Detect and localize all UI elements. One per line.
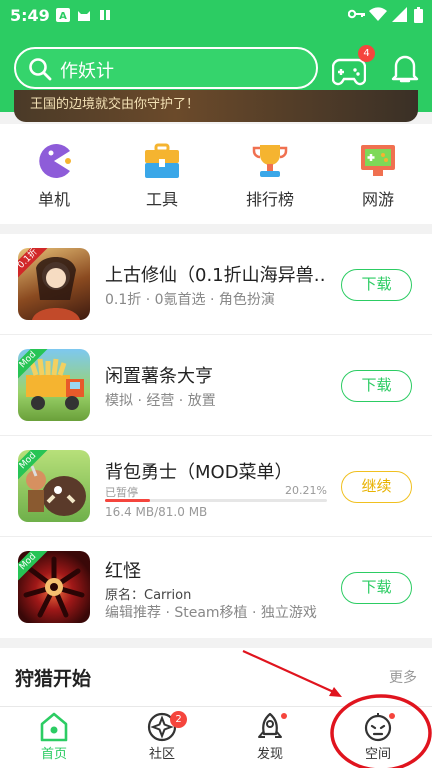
bell-icon <box>391 55 419 83</box>
game-icon-backpack: Mod <box>18 450 90 522</box>
wifi-icon <box>369 7 387 22</box>
tab-space[interactable]: 空间 <box>324 707 432 768</box>
banner-text: 王国的边境就交由你守护了！ <box>30 97 200 112</box>
list-item[interactable]: Mod 背包勇士（MOD菜单） 已暂停 20.21% 16.4 MB/81.0 … <box>0 436 432 537</box>
more-link[interactable]: 更多 <box>389 667 417 687</box>
download-progress-bar <box>105 499 327 502</box>
category-ranking[interactable]: 排行榜 <box>230 142 310 210</box>
category-label: 工具 <box>145 190 178 209</box>
category-row: 单机 工具 排行榜 网游 <box>0 124 432 224</box>
key-icon <box>348 9 365 19</box>
download-button[interactable]: 下载 <box>341 572 412 604</box>
list-item[interactable]: Mod 红怪 原名：Carrion 编辑推荐 · Steam移植 · 独立游戏 … <box>0 537 432 638</box>
category-label: 排行榜 <box>245 190 294 209</box>
category-tools[interactable]: 工具 <box>122 142 202 210</box>
gamepad-icon <box>361 145 395 176</box>
home-icon <box>40 712 68 742</box>
search-placeholder: 作妖计 <box>60 61 114 82</box>
game-icon-shanggu: 0.1折 <box>18 248 90 320</box>
signal-icon <box>392 7 407 22</box>
tab-home[interactable]: 首页 <box>0 707 108 768</box>
continue-button[interactable]: 继续 <box>341 471 412 503</box>
category-label: 网游 <box>361 190 394 209</box>
tab-label: 首页 <box>40 747 67 762</box>
cat-notification-icon <box>78 11 90 21</box>
game-count-badge: 4 <box>358 45 375 62</box>
original-name: 原名：Carrion <box>105 588 192 603</box>
game-tags: 模拟 · 经营 · 放置 <box>105 393 216 409</box>
download-button[interactable]: 下载 <box>341 269 412 301</box>
notification-button[interactable] <box>386 48 426 88</box>
section-title: 狩猎开始 <box>15 668 92 690</box>
download-status: 已暂停 <box>105 486 138 499</box>
font-a-icon: A <box>56 8 70 22</box>
game-title: 红怪 <box>105 561 141 582</box>
list-item[interactable]: 0.1折 上古修仙（0.1折山海异兽… 0.1折 · 0氪首选 · 角色扮演 下… <box>0 234 432 335</box>
status-time: 5:49 <box>10 6 50 25</box>
tab-label: 社区 <box>148 747 175 762</box>
discover-dot <box>281 713 287 719</box>
download-size: 16.4 MB/81.0 MB <box>105 505 208 519</box>
game-list: 0.1折 上古修仙（0.1折山海异兽… 0.1折 · 0氪首选 · 角色扮演 下… <box>0 234 432 638</box>
category-label: 单机 <box>37 190 70 209</box>
community-badge: 2 <box>170 711 187 728</box>
bottom-tab-bar: 首页 社区 2 发现 空间 <box>0 706 432 768</box>
toolbox-icon <box>145 143 179 178</box>
tab-label: 发现 <box>256 747 283 762</box>
book-notification-icon <box>100 10 110 20</box>
svg-text:A: A <box>59 11 67 22</box>
tab-label: 空间 <box>364 747 391 762</box>
download-button[interactable]: 下载 <box>341 370 412 402</box>
game-tags: 编辑推荐 · Steam移植 · 独立游戏 <box>105 605 317 621</box>
download-progress-fill <box>105 499 150 502</box>
pacman-icon <box>39 144 71 178</box>
hunting-section: 狩猎开始 更多 <box>0 648 432 706</box>
trophy-icon <box>252 145 288 177</box>
category-single-player[interactable]: 单机 <box>14 142 94 210</box>
download-percent: 20.21% <box>285 484 327 497</box>
game-icon-carrion: Mod <box>18 551 90 623</box>
list-item[interactable]: Mod 闲置薯条大亨 模拟 · 经营 · 放置 下载 <box>0 335 432 436</box>
promo-banner[interactable]: 王国的边境就交由你守护了！ <box>14 90 418 122</box>
tab-community[interactable]: 社区 2 <box>108 707 216 768</box>
status-bar: 5:49 A <box>0 0 432 32</box>
tab-discover[interactable]: 发现 <box>216 707 324 768</box>
space-dot <box>389 713 395 719</box>
game-manager-button[interactable]: 4 <box>332 45 375 88</box>
battery-icon <box>414 7 423 23</box>
game-icon-fries: Mod <box>18 349 90 421</box>
game-title: 上古修仙（0.1折山海异兽… <box>105 265 327 286</box>
category-online[interactable]: 网游 <box>338 142 418 210</box>
game-tags: 0.1折 · 0氪首选 · 角色扮演 <box>105 292 275 308</box>
game-title: 背包勇士（MOD菜单） <box>105 462 293 483</box>
search-input[interactable]: 作妖计 <box>14 47 318 89</box>
game-title: 闲置薯条大亨 <box>105 366 213 387</box>
search-icon <box>29 58 52 81</box>
